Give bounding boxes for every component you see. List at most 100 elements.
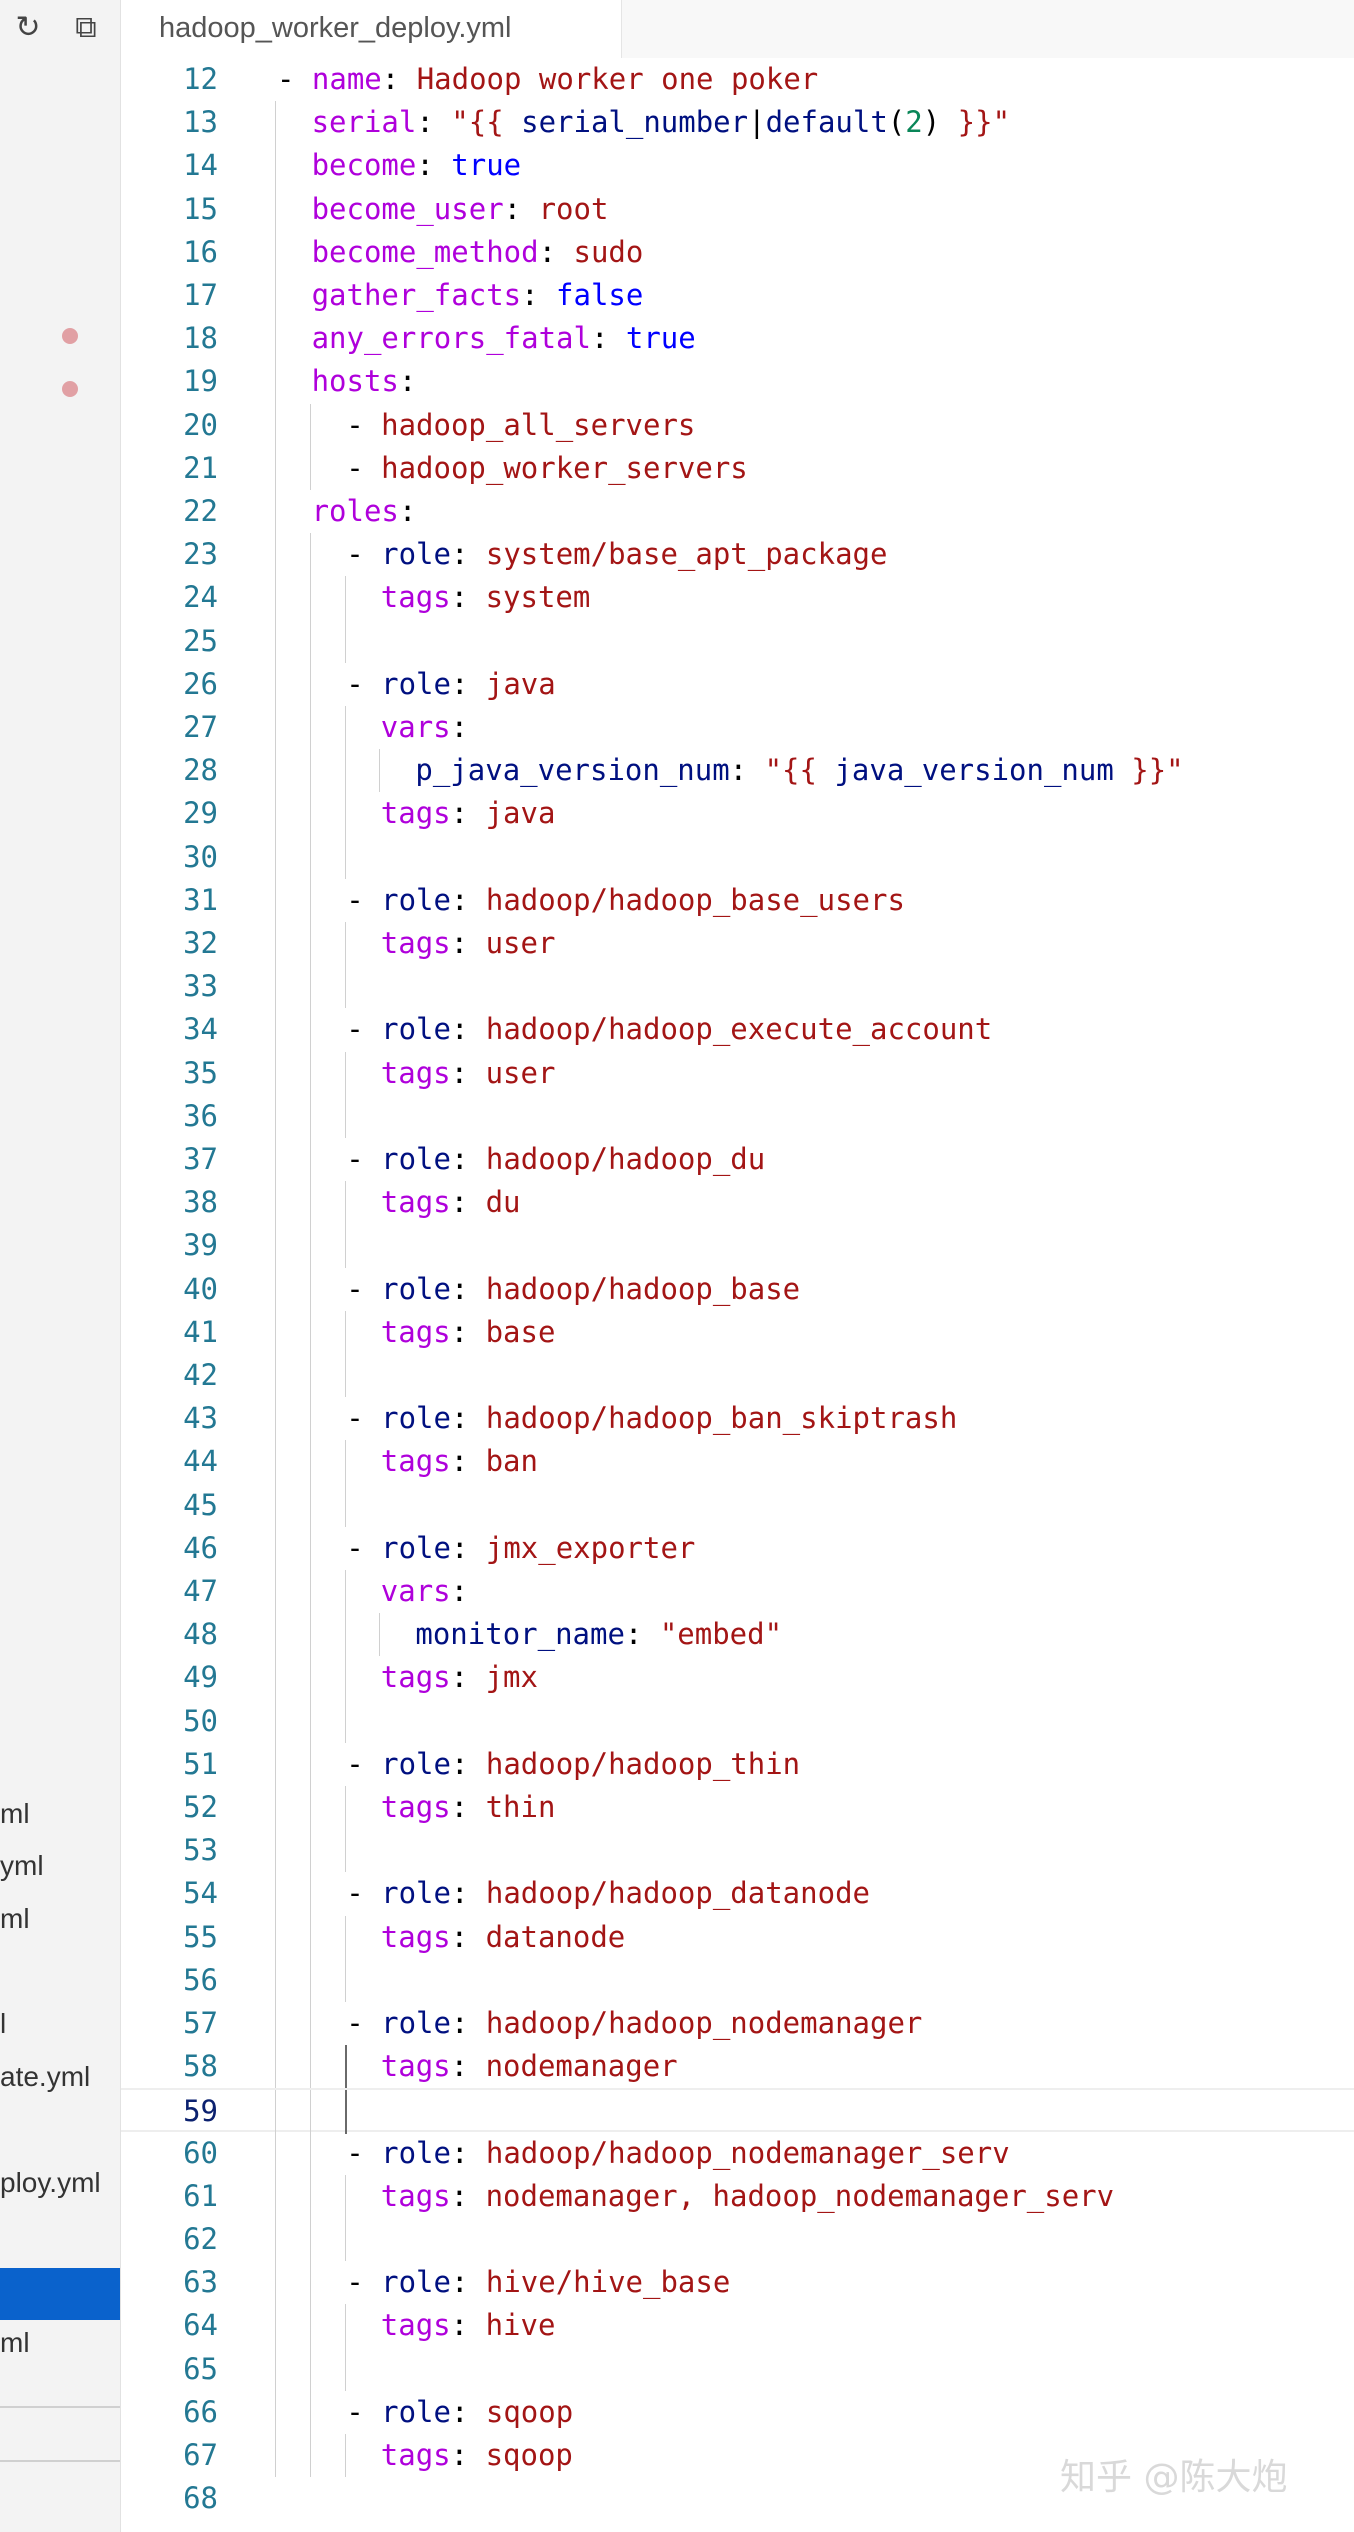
code-line[interactable]: 56 [121,1958,1354,2002]
code-line[interactable]: 33 [121,965,1354,1009]
indent-guide [275,1181,276,1225]
tab-title: hadoop_worker_deploy.yml [159,12,512,44]
code-token: : [450,2308,486,2343]
code-line[interactable]: 13 serial: "{{ serial_number|default(2) }… [121,101,1354,145]
indent-guide [310,2261,311,2305]
code-token: hadoop/hadoop_base [485,1271,801,1306]
selected-file-item[interactable] [0,2268,120,2320]
indent-guide [275,1958,276,2002]
code-text: tags: nodemanager, hadoop_nodemanager_se… [381,2175,1114,2218]
code-token: tags [380,1660,451,1695]
code-line[interactable]: 35 tags: user [121,1051,1354,1095]
file-item[interactable]: ate.yml [0,2061,90,2093]
code-token: tags [380,926,451,960]
code-token: roles [311,494,399,528]
code-line[interactable]: 51 - role: hadoop/hadoop_thin [121,1742,1354,1786]
code-token: hadoop/hadoop_base_users [485,882,905,917]
code-line[interactable]: 38 tags: du [121,1181,1354,1225]
code-line[interactable]: 20 - hadoop_all_servers [121,403,1354,447]
code-line[interactable]: 62 [121,2218,1354,2262]
code-line[interactable]: 44 tags: ban [121,1440,1354,1484]
code-line[interactable]: 32 tags: user [121,922,1354,966]
editor-tab[interactable]: hadoop_worker_deploy.yml [121,0,622,58]
code-line[interactable]: 61 tags: nodemanager, hadoop_nodemanager_… [121,2174,1354,2218]
code-line[interactable]: 63 - role: hive/hive_base [121,2261,1354,2305]
code-token: tags [380,1790,451,1824]
code-line[interactable]: 37 - role: hadoop/hadoop_du [121,1138,1354,1182]
file-item[interactable]: ploy.yml [0,2167,101,2199]
code-line[interactable]: 30 [121,835,1354,879]
code-token: : [450,666,486,701]
code-line[interactable]: 39 [121,1224,1354,1268]
indent-guide [310,2390,311,2434]
breakpoint-icon[interactable] [62,328,78,344]
code-token: role [381,1401,451,1436]
file-item[interactable]: ml [0,1903,30,1935]
code-line[interactable]: 47 vars: [121,1570,1354,1614]
indent-guide [345,2218,346,2262]
code-line[interactable]: 64 tags: hive [121,2304,1354,2348]
code-line[interactable]: 12 - name: Hadoop worker one poker [121,58,1354,101]
code-line[interactable]: 50 [121,1699,1354,1743]
code-editor[interactable]: 12 - name: Hadoop worker one poker 13 seria… [121,58,1354,2532]
code-line[interactable]: 46 - role: jmx_exporter [121,1526,1354,1570]
code-line[interactable]: 66 - role: sqoop [121,2390,1354,2434]
code-line[interactable]: 65 [121,2347,1354,2391]
code-line[interactable]: 54 - role: hadoop/hadoop_datanode [121,1872,1354,1916]
indent-guide [275,2304,276,2348]
code-line[interactable]: 25 [121,619,1354,663]
indent-guide [345,1483,346,1527]
code-line[interactable]: 53 [121,1829,1354,1873]
code-line[interactable]: 41 tags: base [121,1310,1354,1354]
file-item[interactable]: yml [0,1850,44,1882]
code-line[interactable]: 14 become: true [121,144,1354,188]
code-line[interactable]: 43 - role: hadoop/hadoop_ban_skiptrash [121,1397,1354,1441]
code-line[interactable]: 19 hosts: [121,360,1354,404]
code-line[interactable]: 59 [121,2088,1354,2134]
file-item[interactable]: ml [0,1798,30,1830]
code-line[interactable]: 36 [121,1094,1354,1138]
code-line[interactable]: 16 become_method: sudo [121,230,1354,274]
code-line[interactable]: 15 become_user: root [121,187,1354,231]
line-number: 51 [183,1746,218,1781]
code-line[interactable]: 26 - role: java [121,662,1354,706]
code-token: - [346,1142,382,1176]
line-number: 44 [183,1444,218,1479]
code-token: tags [380,1314,451,1349]
code-line[interactable]: 45 [121,1483,1354,1527]
code-text: - role: hadoop/hadoop_base_users [346,879,905,922]
code-token: tags [380,580,451,615]
code-line[interactable]: 21 - hadoop_worker_servers [121,446,1354,490]
code-line[interactable]: 60 - role: hadoop/hadoop_nodemanager_serv [121,2131,1354,2175]
breakpoint-icon[interactable] [62,381,78,397]
code-line[interactable]: 58 tags: nodemanager [121,2045,1354,2089]
indent-guide [275,1138,276,1182]
code-line[interactable]: 17 gather_facts: false [121,274,1354,318]
code-text: tags: du [381,1181,521,1224]
file-item[interactable]: l [0,2008,6,2040]
code-line[interactable]: 34 - role: hadoop/hadoop_execute_account [121,1008,1354,1052]
file-item[interactable]: ml [0,2327,30,2359]
code-text: - role: jmx_exporter [346,1527,695,1570]
code-line[interactable]: 18 any_errors_fatal: true [121,317,1354,361]
code-line[interactable]: 49 tags: jmx [121,1656,1354,1700]
code-line[interactable]: 57 - role: hadoop/hadoop_nodemanager [121,2002,1354,2046]
code-line[interactable]: 28 p_java_version_num: "{{ java_version_n… [121,749,1354,793]
code-line[interactable]: 23 - role: system/base_apt_package [121,533,1354,577]
indent-guide [275,619,276,663]
code-line[interactable]: 40 - role: hadoop/hadoop_base [121,1267,1354,1311]
code-line[interactable]: 29 tags: java [121,792,1354,836]
refresh-icon[interactable]: ↻ [10,10,46,46]
code-line[interactable]: 48 monitor_name: "embed" [121,1613,1354,1657]
code-line[interactable]: 27 vars: [121,706,1354,750]
code-token: : [450,710,469,744]
code-line[interactable]: 52 tags: thin [121,1786,1354,1830]
code-line[interactable]: 22 roles: [121,490,1354,534]
indent-guide [275,2434,276,2478]
code-line[interactable]: 31 - role: hadoop/hadoop_base_users [121,878,1354,922]
code-line[interactable]: 55 tags: datanode [121,1915,1354,1959]
indent-guide [275,1440,276,1484]
collapse-all-icon[interactable]: ⧉ [68,10,104,46]
code-line[interactable]: 42 [121,1354,1354,1398]
code-line[interactable]: 24 tags: system [121,576,1354,620]
